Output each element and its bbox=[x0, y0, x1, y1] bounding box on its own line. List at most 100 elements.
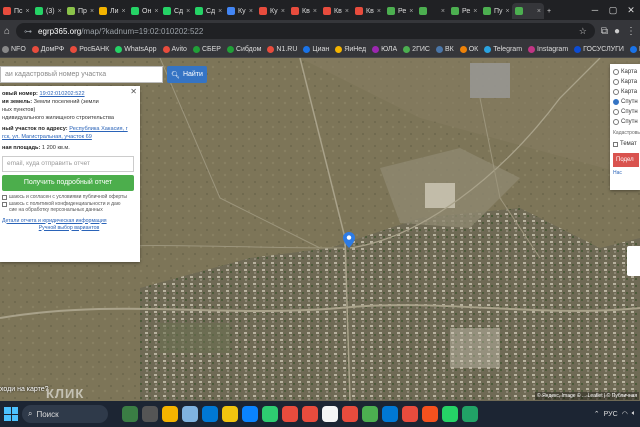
browser-tab[interactable]: Пр × bbox=[64, 3, 96, 19]
bookmark-item[interactable]: ДомРФ bbox=[31, 46, 64, 53]
profile-icon[interactable]: ● bbox=[614, 26, 620, 37]
tab-close-icon[interactable]: × bbox=[249, 8, 253, 15]
bookmark-item[interactable]: ГОСУСЛУГИ bbox=[574, 46, 624, 53]
browser-tab[interactable]: Ку × bbox=[256, 3, 288, 19]
browser-tab[interactable]: Сд × bbox=[192, 3, 224, 19]
email-field[interactable]: email, куда отправить отчет bbox=[2, 156, 134, 172]
radio-button[interactable] bbox=[613, 109, 619, 115]
tab-close-icon[interactable]: × bbox=[313, 8, 317, 15]
tab-close-icon[interactable]: × bbox=[377, 8, 381, 15]
taskbar-app-icon[interactable] bbox=[162, 406, 178, 422]
cad-number-link[interactable]: 19:02:010202:522 bbox=[39, 91, 84, 97]
map-type-option[interactable]: Карта bbox=[613, 87, 640, 97]
bookmark-item[interactable]: РосБАНК bbox=[70, 46, 109, 53]
volume-icon[interactable]: 🔈︎ bbox=[632, 410, 636, 418]
close-window-icon[interactable]: ✕ bbox=[622, 5, 640, 16]
browser-tab[interactable]: × bbox=[512, 3, 544, 19]
bookmark-item[interactable]: Avito bbox=[162, 46, 187, 53]
radio-button[interactable] bbox=[613, 79, 619, 85]
map-type-option[interactable]: Спутн bbox=[613, 117, 640, 127]
site-info-icon[interactable]: ⊶ bbox=[24, 27, 32, 36]
browser-tab[interactable]: (3) × bbox=[32, 3, 64, 19]
bookmark-item[interactable]: СБЕР bbox=[192, 46, 221, 53]
settings-link[interactable]: Нас bbox=[613, 170, 640, 176]
taskbar-app-icon[interactable] bbox=[382, 406, 398, 422]
tab-close-icon[interactable]: × bbox=[409, 8, 413, 15]
tab-close-icon[interactable]: × bbox=[537, 8, 541, 15]
bookmark-item[interactable]: Instagram bbox=[528, 46, 568, 53]
taskbar-app-icon[interactable] bbox=[422, 406, 438, 422]
taskbar-app-icon[interactable] bbox=[182, 406, 198, 422]
tab-close-icon[interactable]: × bbox=[345, 8, 349, 15]
taskbar-app-icon[interactable] bbox=[442, 406, 458, 422]
bookmark-item[interactable]: WhatsApp bbox=[115, 46, 157, 53]
tab-close-icon[interactable]: × bbox=[281, 8, 285, 15]
radio-button[interactable] bbox=[613, 69, 619, 75]
browser-tab[interactable]: Ку × bbox=[224, 3, 256, 19]
bookmark-star-icon[interactable]: ☆ bbox=[579, 26, 587, 37]
bookmark-item[interactable]: ЯиНед bbox=[335, 46, 366, 53]
addr-link-cont[interactable]: гск, ул. Магистральная, участок 69 bbox=[2, 133, 136, 141]
taskbar-app-icon[interactable] bbox=[362, 406, 378, 422]
location-pin-icon[interactable] bbox=[343, 232, 355, 248]
tray-chevron-icon[interactable]: ⌃ bbox=[594, 410, 600, 418]
tab-close-icon[interactable]: × bbox=[122, 8, 126, 15]
share-button[interactable]: Подел bbox=[613, 153, 639, 167]
browser-tab[interactable]: Кв × bbox=[288, 3, 320, 19]
offer-checkbox[interactable] bbox=[2, 195, 7, 200]
taskbar-app-icon[interactable] bbox=[142, 406, 158, 422]
browser-tab[interactable]: Ли × bbox=[96, 3, 128, 19]
browser-tab[interactable]: Пу × bbox=[480, 3, 512, 19]
browser-tab[interactable]: Сд × bbox=[160, 3, 192, 19]
map-type-option[interactable]: Спутн bbox=[613, 97, 640, 107]
map-type-option[interactable]: Карта bbox=[613, 67, 640, 77]
tab-close-icon[interactable]: × bbox=[154, 8, 158, 15]
taskbar-app-icon[interactable] bbox=[262, 406, 278, 422]
browser-tab[interactable]: Кв × bbox=[352, 3, 384, 19]
radio-button[interactable] bbox=[613, 119, 619, 125]
tab-close-icon[interactable]: × bbox=[218, 8, 222, 15]
url-field[interactable]: ⊶ egrp365.org/map/?kadnum=19:02:010202:5… bbox=[16, 23, 595, 39]
browser-tab[interactable]: Он × bbox=[128, 3, 160, 19]
bookmark-item[interactable]: Циан bbox=[303, 46, 329, 53]
maximize-icon[interactable]: ▢ bbox=[604, 5, 622, 16]
bookmark-item[interactable]: ВК bbox=[435, 46, 454, 53]
bookmark-item[interactable]: N1.RU bbox=[267, 46, 297, 53]
radio-button[interactable] bbox=[613, 99, 619, 105]
map-type-option[interactable]: Спутн bbox=[613, 107, 640, 117]
taskbar-app-icon[interactable] bbox=[122, 406, 138, 422]
zoom-control[interactable] bbox=[627, 246, 640, 276]
radio-button[interactable] bbox=[613, 89, 619, 95]
bookmark-item[interactable]: Сибдом bbox=[226, 46, 261, 53]
menu-icon[interactable]: ⋮ bbox=[626, 26, 636, 37]
cadastral-search-input[interactable]: аи кадастровый номер участка bbox=[0, 66, 163, 83]
taskbar-app-icon[interactable] bbox=[202, 406, 218, 422]
tab-close-icon[interactable]: × bbox=[186, 8, 190, 15]
browser-tab[interactable]: Пс × bbox=[0, 3, 32, 19]
taskbar-app-icon[interactable] bbox=[302, 406, 318, 422]
taskbar-app-icon[interactable] bbox=[402, 406, 418, 422]
new-tab-button[interactable]: + bbox=[544, 3, 558, 19]
taskbar-search[interactable]: ⌕ Поиск bbox=[22, 405, 108, 423]
language-indicator[interactable]: РУС bbox=[604, 411, 618, 418]
taskbar-app-icon[interactable] bbox=[342, 406, 358, 422]
tab-close-icon[interactable]: × bbox=[58, 8, 62, 15]
bookmark-item[interactable]: NFO bbox=[2, 46, 26, 53]
taskbar-app-icon[interactable] bbox=[282, 406, 298, 422]
report-details-link[interactable]: Детали отчета и юридическая информация bbox=[2, 218, 136, 225]
map-help-text[interactable]: ходи на карте? bbox=[0, 386, 49, 393]
close-icon[interactable]: ✕ bbox=[130, 88, 137, 96]
tab-close-icon[interactable]: × bbox=[26, 8, 30, 15]
bookmark-item[interactable]: BlaBla bbox=[629, 46, 640, 53]
thematic-checkbox[interactable] bbox=[613, 142, 618, 147]
browser-tab[interactable]: Ре × bbox=[448, 3, 480, 19]
map-type-option[interactable]: Карта bbox=[613, 77, 640, 87]
browser-tab[interactable]: Ре × bbox=[384, 3, 416, 19]
taskbar-app-icon[interactable] bbox=[242, 406, 258, 422]
tab-close-icon[interactable]: × bbox=[473, 8, 477, 15]
bookmark-item[interactable]: ЮЛА bbox=[372, 46, 397, 53]
find-button[interactable]: 🔍︎ Найти bbox=[167, 66, 207, 83]
addr-link[interactable]: Республика Хакасия, г bbox=[69, 126, 127, 132]
bookmark-item[interactable]: ОК bbox=[459, 46, 478, 53]
home-icon[interactable]: ⌂ bbox=[4, 26, 10, 37]
